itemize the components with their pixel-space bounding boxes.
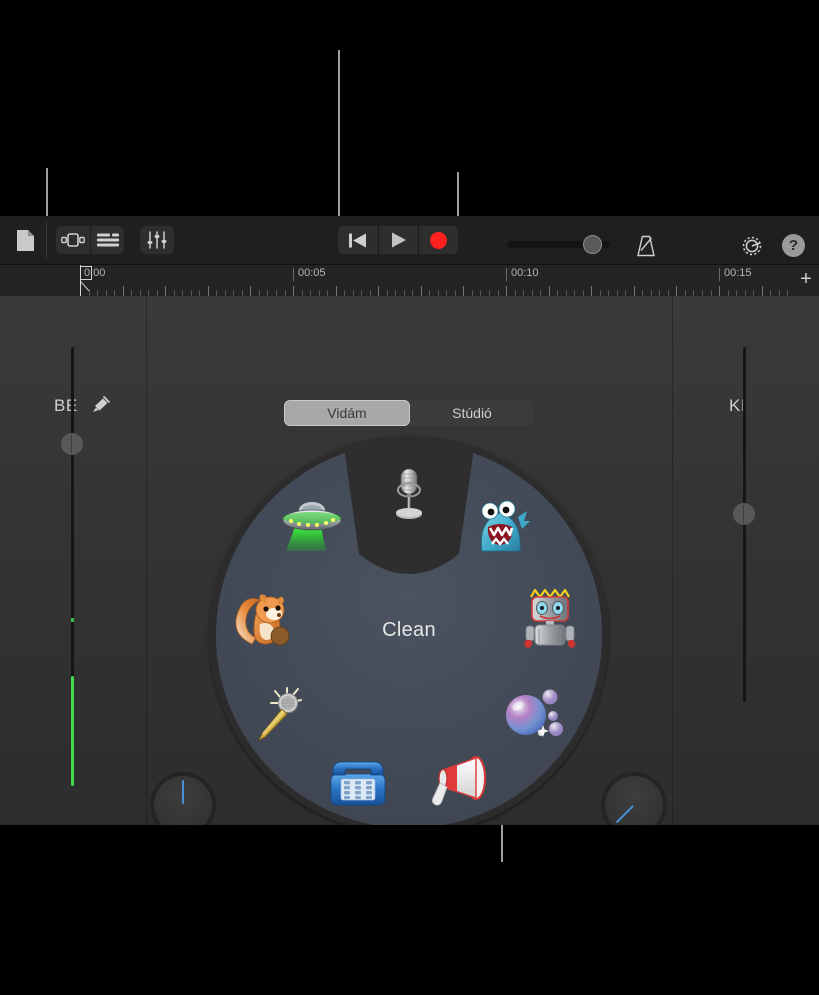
wheel-item-ufo[interactable] <box>279 495 345 561</box>
ruler-label: 00:10 <box>506 268 539 281</box>
mode-switch: Vidám Stúdió <box>284 400 534 426</box>
squeeze-knob-indicator <box>615 805 634 824</box>
master-volume-thumb[interactable] <box>583 235 602 254</box>
wheel-item-gold-microphone[interactable] <box>248 681 314 747</box>
view-switcher-group <box>56 226 124 254</box>
timeline-ruler[interactable]: 0:00 00:05 00:10 00:15 + <box>0 264 819 297</box>
document-icon[interactable] <box>10 225 40 255</box>
left-panel-divider <box>146 296 147 825</box>
mixer-sliders-icon[interactable] <box>140 226 174 254</box>
wheel-item-monster[interactable] <box>469 495 535 561</box>
record-button[interactable] <box>418 226 458 254</box>
ruler-label: 00:05 <box>293 268 326 281</box>
playhead-line <box>80 265 81 297</box>
toolbar-divider <box>46 222 47 258</box>
squeeze-knob-dial[interactable] <box>605 776 663 825</box>
rewind-button[interactable] <box>338 226 378 254</box>
wheel-item-clean-microphone[interactable] <box>376 462 442 528</box>
tone-knob-dial[interactable] <box>154 776 212 825</box>
audio-jack-icon <box>90 394 112 416</box>
gear-icon[interactable] <box>737 231 767 261</box>
transport-controls <box>338 226 458 254</box>
wheel-item-megaphone[interactable] <box>425 749 491 815</box>
input-slider-track <box>71 347 74 727</box>
main-area: Vidám Stúdió BE KI Clean <box>0 296 819 825</box>
ruler-label: 00:15 <box>719 268 752 281</box>
metronome-icon[interactable] <box>631 232 661 260</box>
input-meter-peak <box>71 618 74 622</box>
mode-tab-studio[interactable]: Stúdió <box>410 400 534 426</box>
input-level-meter <box>71 676 74 786</box>
output-slider-thumb[interactable] <box>733 503 755 525</box>
output-level-slider[interactable] <box>733 347 755 702</box>
help-label: ? <box>788 237 799 254</box>
record-indicator <box>430 231 447 249</box>
wheel-item-robot[interactable] <box>517 586 583 652</box>
view-tracks-icon[interactable] <box>90 226 124 254</box>
playhead-flag <box>80 266 92 280</box>
wheel-item-squirrel[interactable] <box>231 586 297 652</box>
input-slider-thumb[interactable] <box>61 433 83 455</box>
tone-knob-indicator <box>182 780 184 804</box>
screenshot-root: ? 0:0000:0500:1000:15 + Vidám Stúdió <box>0 0 819 995</box>
app-window: ? 0:0000:0500:1000:15 + Vidám Stúdió <box>0 216 819 825</box>
play-button[interactable] <box>378 226 418 254</box>
ruler-ticks-area: 0:00 00:05 00:10 00:15 <box>80 265 795 297</box>
wheel-item-bubbles[interactable] <box>501 681 567 747</box>
mode-tab-fun[interactable]: Vidám <box>284 400 410 426</box>
effect-wheel[interactable]: Clean <box>209 435 609 825</box>
input-level-slider[interactable] <box>61 347 83 727</box>
toolbar <box>0 216 819 264</box>
help-icon[interactable]: ? <box>782 234 805 257</box>
add-section-button[interactable]: + <box>797 269 815 290</box>
playhead-diagonal <box>80 279 92 291</box>
wheel-item-telephone[interactable] <box>325 749 391 815</box>
master-volume-slider[interactable] <box>507 235 610 254</box>
view-instrument-icon[interactable] <box>56 226 90 254</box>
